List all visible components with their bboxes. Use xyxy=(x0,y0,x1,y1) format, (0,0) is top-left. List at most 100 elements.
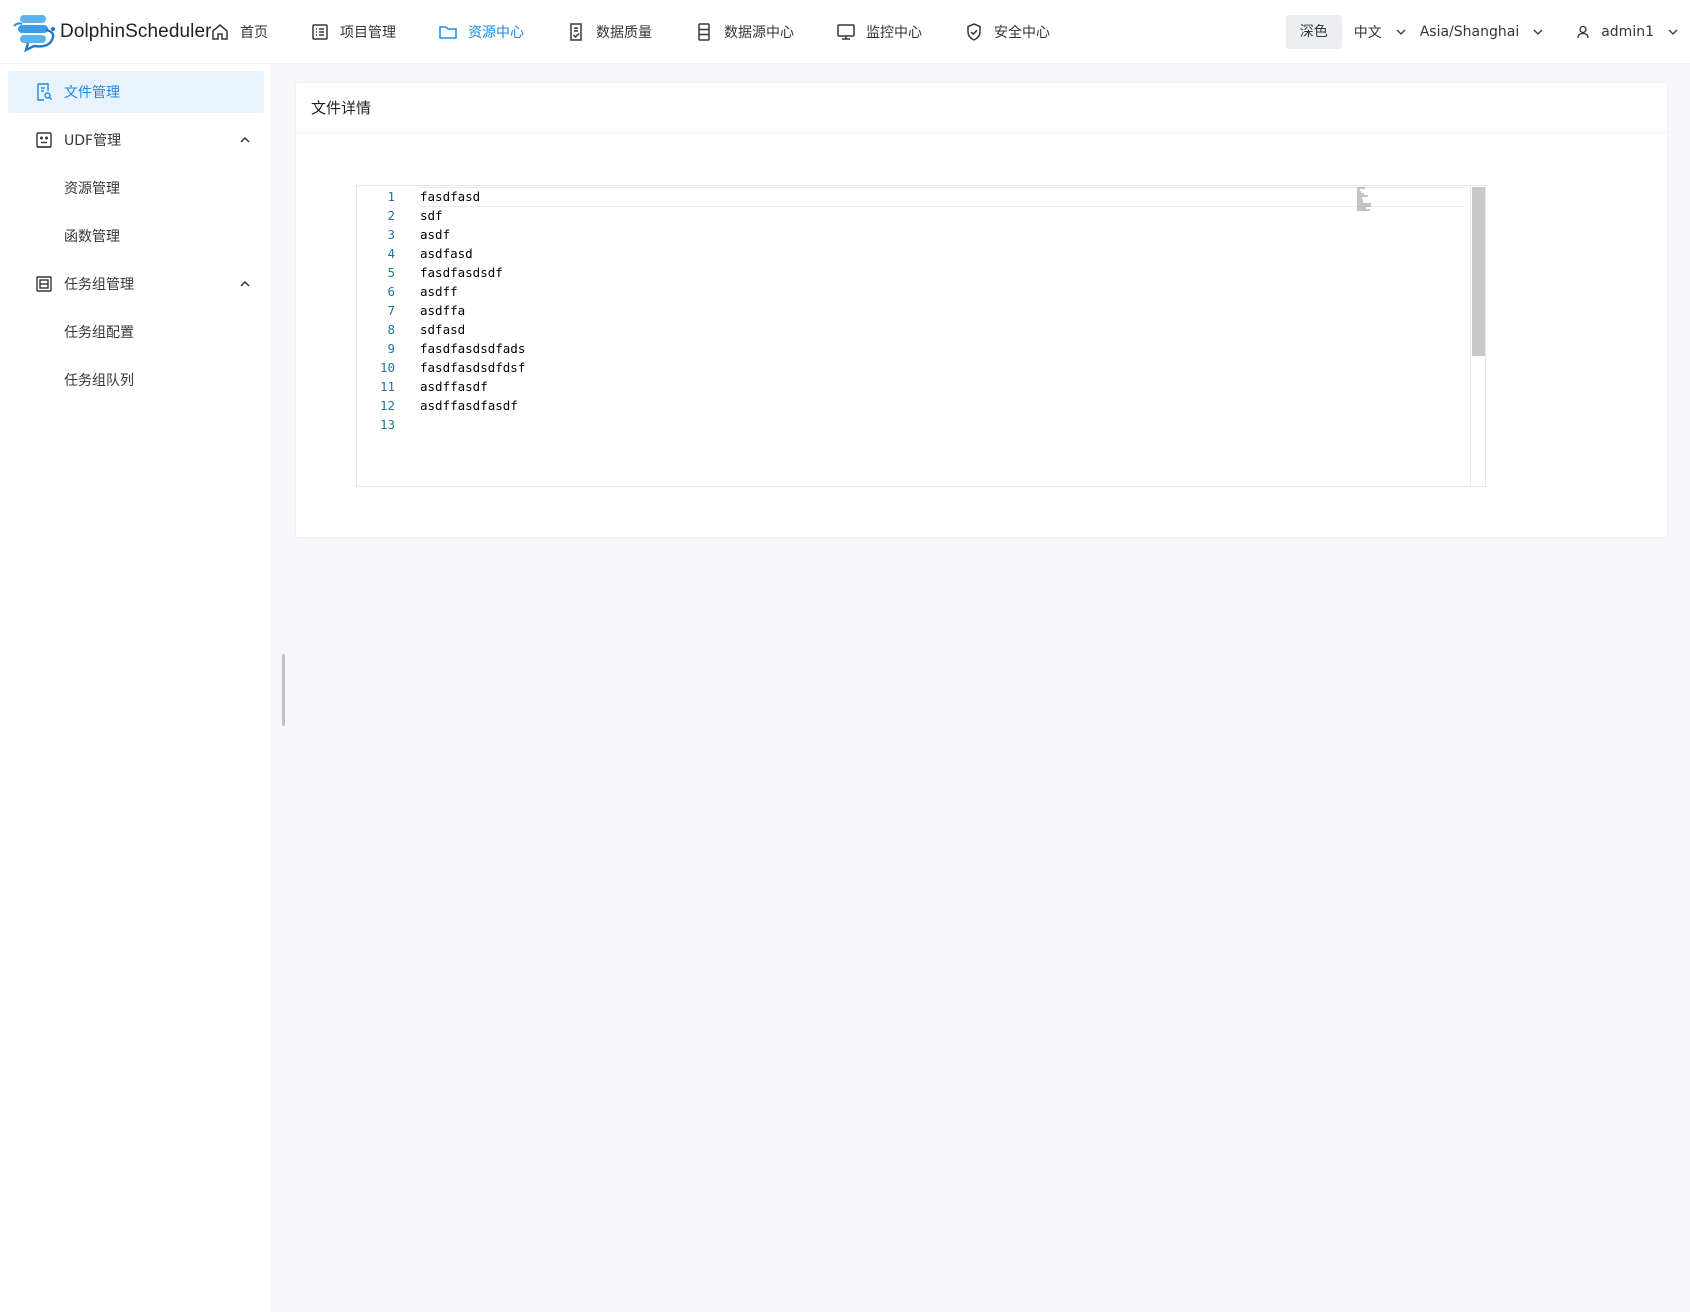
editor-lines: 1 fasdfasd 2 sdf 3 asdf 4 asdfasd 5 fasdfasdsdf 6 a… xyxy=(357,187,1467,434)
nav-data-quality-label: 数据质量 xyxy=(596,25,652,41)
document-check-icon xyxy=(570,23,582,41)
nav-monitor-label: 监控中心 xyxy=(866,25,922,41)
sidebar-item-label: 任务组配置 xyxy=(64,325,134,341)
editor-line[interactable]: 8 sdfasd xyxy=(357,320,1467,339)
theme-toggle-button[interactable]: 深色 xyxy=(1285,15,1342,49)
app-name: DolphinScheduler xyxy=(60,21,212,42)
folder-icon xyxy=(439,26,457,39)
nav-home[interactable]: 首页 xyxy=(210,0,268,64)
nav-data-quality[interactable]: 数据质量 xyxy=(566,0,652,64)
line-number: 3 xyxy=(387,227,395,242)
project-list-icon xyxy=(312,24,328,40)
nav-security[interactable]: 安全中心 xyxy=(964,0,1050,64)
line-content: asdffasdf xyxy=(420,379,488,394)
line-content: fasdfasdsdf xyxy=(420,265,503,280)
database-icon xyxy=(698,23,710,41)
chevron-up-icon xyxy=(240,136,250,143)
line-number: 6 xyxy=(387,284,395,299)
home-icon xyxy=(212,24,228,40)
user-name: admin1 xyxy=(1601,24,1654,40)
main-nav: 首页 项目管理 资源中心 数据质量 数据源中心 监控中心 安全中心 xyxy=(210,0,1050,64)
line-number: 4 xyxy=(387,246,395,261)
editor-line[interactable]: 1 fasdfasd xyxy=(357,187,1467,207)
top-header: DolphinScheduler 首页 项目管理 资源中心 数据质量 数据源中心… xyxy=(0,0,1690,64)
sidebar-resize-handle[interactable] xyxy=(282,654,285,726)
chevron-down-icon xyxy=(1396,29,1406,35)
editor-line[interactable]: 11 asdffasdf xyxy=(357,377,1467,396)
nav-project[interactable]: 项目管理 xyxy=(310,0,396,64)
editor-line[interactable]: 6 asdff xyxy=(357,282,1467,301)
line-content: fasdfasd xyxy=(420,189,481,204)
line-number: 8 xyxy=(387,322,395,337)
line-number: 10 xyxy=(379,360,395,375)
nav-resource-label: 资源中心 xyxy=(468,25,524,41)
line-content: asdfasd xyxy=(420,246,473,261)
sidebar-item-label: 资源管理 xyxy=(64,181,120,197)
sidebar-item-label: 任务组队列 xyxy=(64,373,134,389)
line-content: asdffasdfasdf xyxy=(420,398,518,413)
language-label: 中文 xyxy=(1353,25,1382,41)
editor-scrollbar[interactable] xyxy=(1470,186,1485,486)
chevron-up-icon xyxy=(240,280,250,287)
app-logo[interactable]: DolphinScheduler xyxy=(12,12,212,52)
timezone-dropdown[interactable]: Asia/Shanghai xyxy=(1420,24,1546,40)
sidebar-item-label: UDF管理 xyxy=(64,133,122,149)
user-dropdown[interactable]: admin1 xyxy=(1575,24,1680,40)
line-number: 7 xyxy=(387,303,395,318)
monitor-icon xyxy=(837,24,855,40)
editor-line[interactable]: 4 asdfasd xyxy=(357,244,1467,263)
sidebar-item-label: 任务组管理 xyxy=(64,277,134,293)
nav-home-label: 首页 xyxy=(240,25,268,41)
line-content: sdf xyxy=(420,208,443,223)
editor-line[interactable]: 7 asdffa xyxy=(357,301,1467,320)
editor-scrollbar-thumb[interactable] xyxy=(1472,187,1485,356)
line-content: sdfasd xyxy=(420,322,466,337)
line-number: 11 xyxy=(379,379,395,394)
language-dropdown[interactable]: 中文 xyxy=(1354,22,1408,42)
editor-line[interactable]: 12 asdffasdfasdf xyxy=(357,396,1467,415)
chevron-down-icon xyxy=(1533,29,1543,35)
sidebar-item-task-group-management[interactable]: 任务组管理 xyxy=(8,263,264,305)
chevron-down-icon xyxy=(1668,29,1678,35)
card-title: 文件详情 xyxy=(296,83,1667,133)
nav-security-label: 安全中心 xyxy=(994,25,1050,41)
sidebar-item-udf-management[interactable]: UDF管理 xyxy=(8,119,264,161)
dolphin-logo-icon xyxy=(13,15,55,52)
header-tools: 深色 中文 Asia/Shanghai admin1 xyxy=(1285,0,1690,64)
sidebar-item-function-management[interactable]: 函数管理 xyxy=(8,215,264,257)
line-number: 1 xyxy=(387,189,395,204)
sidebar-item-file-management[interactable]: 文件管理 xyxy=(8,71,264,113)
editor-minimap[interactable] xyxy=(1357,187,1371,215)
line-content: fasdfasdsdfdsf xyxy=(420,360,526,375)
shield-check-icon xyxy=(967,23,981,41)
code-editor[interactable]: 1 fasdfasd 2 sdf 3 asdf 4 asdfasd 5 fasdfasdsdf 6 a… xyxy=(356,185,1486,487)
nav-project-label: 项目管理 xyxy=(340,25,396,41)
sidebar-item-resource-management[interactable]: 资源管理 xyxy=(8,167,264,209)
line-content: fasdfasdsdfads xyxy=(420,341,526,356)
sidebar-item-task-group-config[interactable]: 任务组配置 xyxy=(8,311,264,353)
sidebar-item-task-group-queue[interactable]: 任务组队列 xyxy=(8,359,264,401)
line-number: 12 xyxy=(379,398,395,413)
sidebar-item-label: 文件管理 xyxy=(64,85,120,101)
task-group-icon xyxy=(36,276,52,292)
line-content: asdffa xyxy=(420,303,466,318)
nav-monitor[interactable]: 监控中心 xyxy=(836,0,922,64)
nav-datasource-label: 数据源中心 xyxy=(724,25,794,41)
nav-resource[interactable]: 资源中心 xyxy=(438,0,524,64)
sidebar: 文件管理 UDF管理 资源管理 函数管理 任务组管理 任务组配置 任务组队列 xyxy=(0,64,272,1312)
line-content: asdf xyxy=(420,227,451,242)
line-number: 2 xyxy=(387,208,395,223)
editor-line[interactable]: 13 xyxy=(357,415,1467,434)
sidebar-item-label: 函数管理 xyxy=(64,229,120,245)
editor-line[interactable]: 10 fasdfasdsdfdsf xyxy=(357,358,1467,377)
line-content: asdff xyxy=(420,284,458,299)
user-icon xyxy=(1577,25,1589,39)
file-detail-card: 文件详情 1 fasdfasd 2 sdf 3 asdf 4 asdfasd 5 fasdfasd… xyxy=(295,82,1668,538)
editor-line[interactable]: 3 asdf xyxy=(357,225,1467,244)
nav-datasource[interactable]: 数据源中心 xyxy=(694,0,794,64)
udf-icon xyxy=(36,132,52,148)
editor-line[interactable]: 9 fasdfasdsdfads xyxy=(357,339,1467,358)
editor-line[interactable]: 5 fasdfasdsdf xyxy=(357,263,1467,282)
file-search-icon xyxy=(37,83,52,101)
editor-line[interactable]: 2 sdf xyxy=(357,206,1467,225)
